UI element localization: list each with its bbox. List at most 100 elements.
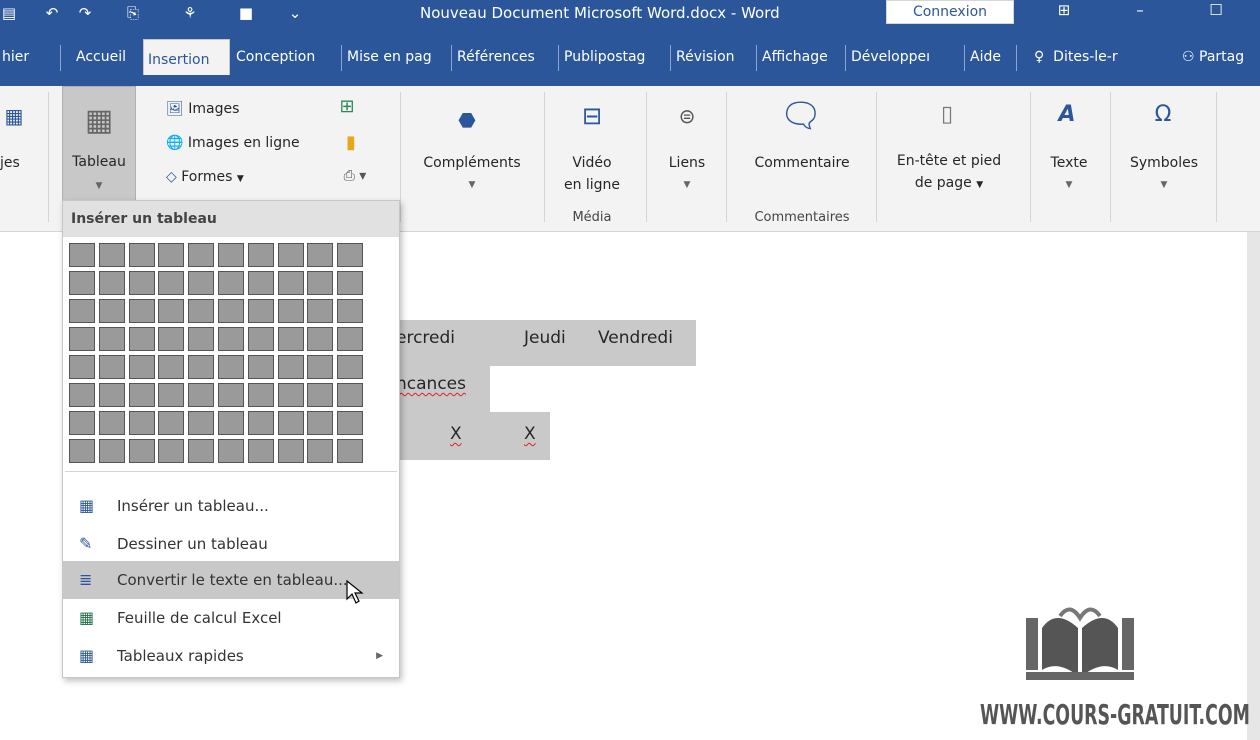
grid-cell[interactable] [218, 243, 244, 267]
grid-cell[interactable] [337, 243, 364, 267]
tab-mise-en-page[interactable]: Mise en pag [345, 45, 449, 71]
grid-cell[interactable] [158, 243, 185, 267]
grid-cell[interactable] [158, 411, 185, 435]
grid-cell[interactable] [277, 271, 304, 295]
grid-cell[interactable] [218, 439, 244, 463]
grid-cell[interactable] [247, 243, 274, 267]
grid-cell[interactable] [188, 327, 215, 351]
grid-cell[interactable] [158, 299, 185, 323]
grid-cell[interactable] [277, 383, 304, 407]
grid-cell[interactable] [98, 411, 125, 435]
grid-cell[interactable] [277, 355, 304, 379]
video-online-button[interactable]: Vidéo en ligne [550, 152, 634, 196]
grid-cell[interactable] [337, 299, 364, 323]
grid-cell[interactable] [188, 243, 215, 267]
grid-cell[interactable] [69, 327, 95, 351]
symbols-button[interactable]: Symboles [1116, 152, 1212, 174]
grid-cell[interactable] [98, 243, 125, 267]
grid-cell[interactable] [69, 299, 95, 323]
grid-cell[interactable] [188, 383, 215, 407]
grid-cell[interactable] [98, 383, 125, 407]
tab-publipostage[interactable]: Publipostag [562, 45, 668, 71]
grid-cell[interactable] [307, 439, 334, 463]
grid-cell[interactable] [307, 271, 334, 295]
tab-aide[interactable]: Aide [968, 45, 1010, 71]
grid-cell[interactable] [337, 411, 364, 435]
grid-cell[interactable] [218, 355, 244, 379]
header-footer-button[interactable]: En-tête et pied de page ▼ [880, 150, 1018, 196]
grid-cell[interactable] [277, 439, 304, 463]
images-button[interactable]: 🖼 Images [166, 98, 239, 120]
grid-cell[interactable] [307, 383, 334, 407]
grid-cell[interactable] [98, 439, 125, 463]
login-button[interactable]: Connexion [886, 0, 1014, 24]
links-button[interactable]: Liens [652, 152, 722, 174]
menu-item-insert-table[interactable]: ▦ Insérer un tableau... [63, 487, 399, 525]
tab-accueil[interactable]: Accueil [74, 45, 140, 71]
tableau-button[interactable]: ▦ Tableau ▼ [62, 86, 136, 202]
share-button[interactable]: ⚇ Partag [1182, 45, 1244, 69]
grid-cell[interactable] [307, 299, 334, 323]
tab-fichier[interactable]: hier [0, 45, 56, 71]
tab-developpeur[interactable]: Développeı [849, 45, 961, 71]
grid-cell[interactable] [69, 355, 95, 379]
grid-cell[interactable] [277, 327, 304, 351]
menu-item-draw-table[interactable]: ✎ Dessiner un tableau [63, 525, 399, 563]
grid-cell[interactable] [337, 439, 364, 463]
grid-cell[interactable] [69, 411, 95, 435]
grid-cell[interactable] [188, 355, 215, 379]
grid-cell[interactable] [128, 243, 155, 267]
grid-cell[interactable] [307, 411, 334, 435]
grid-cell[interactable] [218, 383, 244, 407]
tab-conception[interactable]: Conception [234, 45, 340, 71]
grid-cell[interactable] [128, 355, 155, 379]
grid-cell[interactable] [188, 299, 215, 323]
grid-cell[interactable] [218, 327, 244, 351]
grid-cell[interactable] [188, 439, 215, 463]
grid-cell[interactable] [218, 411, 244, 435]
redo-icon[interactable]: ↷ [74, 2, 96, 24]
grid-cell[interactable] [158, 383, 185, 407]
undo-icon[interactable]: ↶ [40, 2, 64, 24]
grid-cell[interactable] [158, 327, 185, 351]
minimize-icon[interactable]: – [1120, 0, 1160, 24]
grid-cell[interactable] [158, 271, 185, 295]
maximize-icon[interactable]: ☐ [1196, 0, 1236, 24]
grid-cell[interactable] [247, 299, 274, 323]
grid-cell[interactable] [188, 411, 215, 435]
grid-cell[interactable] [128, 411, 155, 435]
document-icon[interactable]: ⎘ [120, 2, 146, 24]
chart-icon[interactable]: ▮ [340, 132, 362, 153]
menu-item-quick-tables[interactable]: ▦ Tableaux rapides ▶ [63, 637, 399, 675]
grid-cell[interactable] [337, 383, 364, 407]
pages-button[interactable]: jes [0, 152, 24, 174]
grid-cell[interactable] [218, 299, 244, 323]
shapes-button[interactable]: ◇ Formes ▼ [166, 166, 244, 190]
screenshot-icon[interactable]: ⎙ ▾ [338, 168, 372, 184]
grid-cell[interactable] [158, 355, 185, 379]
complements-button[interactable]: Compléments [410, 152, 534, 174]
grid-cell[interactable] [128, 327, 155, 351]
grid-cell[interactable] [69, 243, 95, 267]
grid-cell[interactable] [307, 327, 334, 351]
grid-cell[interactable] [98, 299, 125, 323]
grid-cell[interactable] [98, 355, 125, 379]
grid-cell[interactable] [158, 439, 185, 463]
grid-cell[interactable] [247, 439, 274, 463]
grid-cell[interactable] [128, 383, 155, 407]
grid-cell[interactable] [128, 271, 155, 295]
grid-cell[interactable] [128, 439, 155, 463]
blank-qat-icon[interactable]: ■ [234, 2, 258, 24]
grid-cell[interactable] [337, 327, 364, 351]
grid-cell[interactable] [277, 299, 304, 323]
tell-me-search[interactable]: ♀ Dites-le-r [1034, 45, 1118, 69]
grid-cell[interactable] [69, 439, 95, 463]
grid-cell[interactable] [128, 299, 155, 323]
grid-cell[interactable] [247, 327, 274, 351]
tab-revision[interactable]: Révision [674, 45, 754, 71]
grid-cell[interactable] [277, 411, 304, 435]
online-images-button[interactable]: 🌐 Images en ligne [166, 132, 300, 154]
grid-cell[interactable] [307, 243, 334, 267]
grid-cell[interactable] [247, 271, 274, 295]
tab-affichage[interactable]: Affichage [760, 45, 844, 71]
